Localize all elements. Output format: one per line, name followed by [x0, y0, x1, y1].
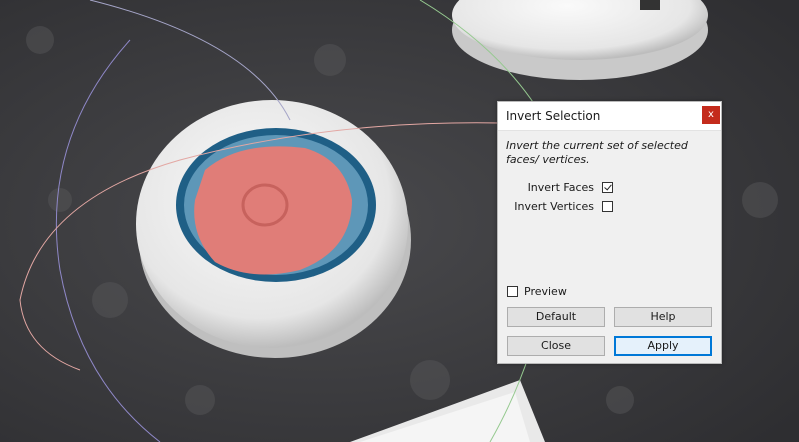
invert-vertices-label: Invert Vertices	[514, 200, 594, 213]
apply-button[interactable]: Apply	[614, 336, 712, 356]
invert-selection-dialog: Invert Selection x Invert the current se…	[497, 101, 722, 364]
help-button[interactable]: Help	[614, 307, 712, 327]
preview-checkbox[interactable]	[507, 286, 518, 297]
invert-vertices-checkbox[interactable]	[602, 201, 613, 212]
close-icon[interactable]: x	[702, 106, 720, 124]
preview-label: Preview	[524, 285, 567, 298]
dialog-description: Invert the current set of selected faces…	[506, 139, 688, 166]
invert-vertices-option[interactable]: Invert Vertices	[498, 199, 618, 215]
dialog-titlebar[interactable]: Invert Selection x	[498, 102, 721, 131]
dialog-title: Invert Selection	[506, 109, 601, 123]
invert-faces-option[interactable]: Invert Faces	[498, 180, 618, 196]
preview-option[interactable]: Preview	[507, 284, 587, 300]
main-puck-model	[136, 100, 411, 358]
default-button[interactable]: Default	[507, 307, 605, 327]
invert-faces-checkbox[interactable]	[602, 182, 613, 193]
close-button[interactable]: Close	[507, 336, 605, 356]
invert-faces-label: Invert Faces	[527, 181, 594, 194]
